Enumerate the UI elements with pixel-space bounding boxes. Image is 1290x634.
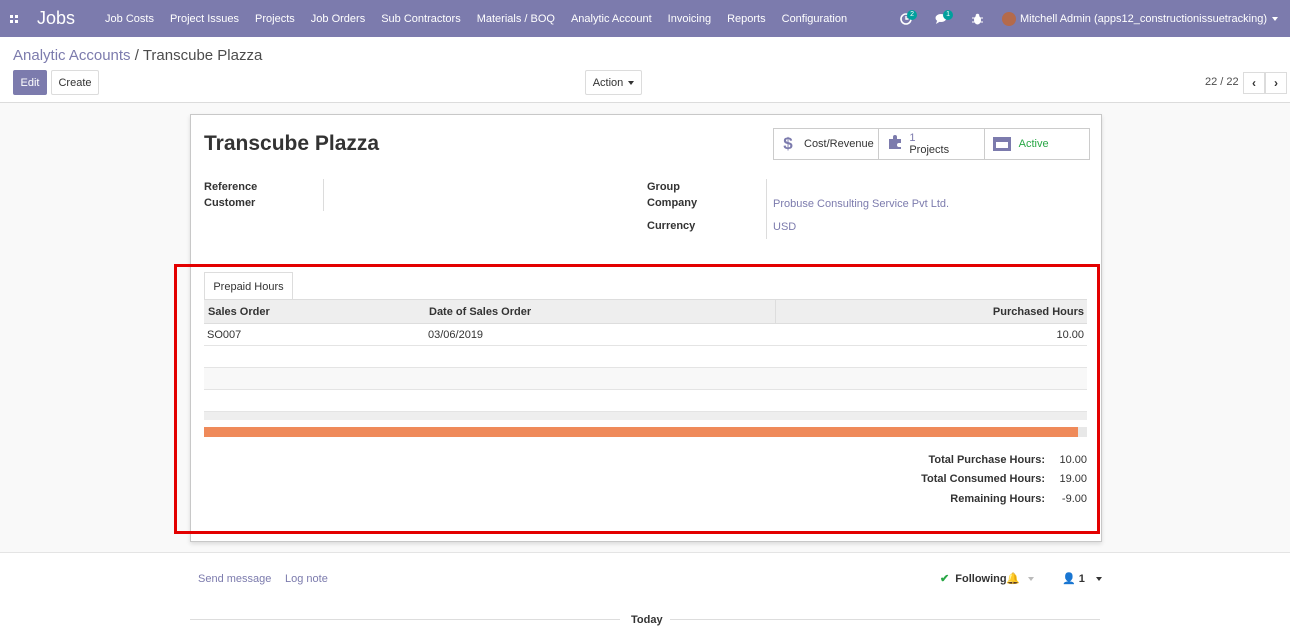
- today-label: Today: [631, 614, 663, 626]
- menu-materials-boq[interactable]: Materials / BOQ: [477, 13, 555, 25]
- check-icon: ✔: [940, 573, 950, 585]
- menu-configuration[interactable]: Configuration: [782, 13, 847, 25]
- menu-analytic-account[interactable]: Analytic Account: [571, 13, 652, 25]
- menu-reports[interactable]: Reports: [727, 13, 766, 25]
- messages-icon[interactable]: 1: [924, 0, 960, 37]
- company-label: Company: [647, 197, 698, 209]
- chevron-down-icon: [1095, 577, 1102, 582]
- chevron-left-icon: ‹: [1252, 76, 1256, 90]
- left-field-divider: [323, 179, 324, 211]
- user-menu[interactable]: Mitchell Admin (apps12_constructionissue…: [1001, 11, 1278, 26]
- bell-icon[interactable]: 🔔: [1006, 572, 1034, 585]
- chevron-down-icon: [1272, 16, 1278, 21]
- breadcrumb-analytic-accounts[interactable]: Analytic Accounts: [13, 47, 131, 64]
- apps-menu-icon[interactable]: [0, 0, 28, 37]
- chevron-right-icon: ›: [1274, 76, 1278, 90]
- right-field-divider: [766, 179, 767, 239]
- highlight-box: [174, 264, 1100, 534]
- breadcrumb-separator: /: [134, 47, 139, 64]
- projects-count: 1: [909, 132, 916, 144]
- cost-revenue-button[interactable]: $ Cost/Revenue: [774, 129, 880, 159]
- pager-previous-button[interactable]: ‹: [1243, 72, 1265, 94]
- edit-button[interactable]: Edit: [13, 70, 47, 95]
- main-menu: Job Costs Project Issues Projects Job Or…: [105, 13, 863, 25]
- followers-button[interactable]: 👤 1: [1062, 572, 1102, 585]
- projects-label: Projects: [909, 144, 950, 156]
- user-icon: 👤: [1062, 573, 1076, 585]
- activity-clock-icon[interactable]: 2: [888, 0, 924, 37]
- reference-label: Reference: [204, 181, 258, 193]
- activity-badge: 2: [907, 10, 917, 20]
- user-name: Mitchell Admin (apps12_constructionissue…: [1019, 12, 1267, 25]
- following-label: Following: [955, 573, 1007, 585]
- pager-next-button[interactable]: ›: [1265, 72, 1287, 94]
- control-panel: Analytic Accounts / Transcube Plazza Edi…: [0, 37, 1290, 103]
- action-button[interactable]: Action: [585, 70, 642, 95]
- date-divider-right: [670, 619, 1100, 620]
- dollar-icon: $: [783, 134, 793, 153]
- menu-projects[interactable]: Projects: [255, 13, 295, 25]
- puzzle-icon: [887, 134, 902, 155]
- smart-buttons: $ Cost/Revenue 1 Projects Active: [773, 128, 1090, 160]
- active-label: Active: [1018, 138, 1049, 150]
- app-title[interactable]: Jobs: [37, 8, 75, 29]
- send-message-link[interactable]: Send message: [198, 573, 271, 585]
- cost-revenue-label: Cost/Revenue: [804, 138, 874, 150]
- bug-debug-icon[interactable]: [960, 0, 996, 37]
- following-button[interactable]: ✔ Following: [940, 572, 1007, 585]
- menu-project-issues[interactable]: Project Issues: [170, 13, 239, 25]
- breadcrumb: Analytic Accounts / Transcube Plazza: [13, 47, 262, 64]
- currency-label: Currency: [647, 220, 696, 232]
- menu-invoicing[interactable]: Invoicing: [668, 13, 711, 25]
- archive-icon: [992, 137, 1011, 151]
- currency-value[interactable]: USD: [773, 221, 796, 233]
- menu-job-orders[interactable]: Job Orders: [311, 13, 365, 25]
- company-value[interactable]: Probuse Consulting Service Pvt Ltd.: [773, 198, 949, 210]
- record-title: Transcube Plazza: [204, 132, 380, 155]
- create-button[interactable]: Create: [51, 70, 99, 95]
- user-avatar: [1001, 11, 1016, 26]
- chatter: Send message Log note ✔ Following 🔔 👤 1 …: [0, 552, 1290, 634]
- log-note-link[interactable]: Log note: [285, 573, 328, 585]
- customer-label: Customer: [204, 197, 256, 209]
- date-divider-left: [190, 619, 620, 620]
- chevron-down-icon: [628, 80, 635, 85]
- menu-job-costs[interactable]: Job Costs: [105, 13, 154, 25]
- top-navbar: Jobs Job Costs Project Issues Projects J…: [0, 0, 1290, 37]
- messages-badge: 1: [943, 10, 953, 20]
- pager-value[interactable]: 22 / 22: [1205, 76, 1239, 88]
- breadcrumb-current: Transcube Plazza: [142, 47, 263, 64]
- action-label: Action: [592, 76, 624, 89]
- menu-sub-contractors[interactable]: Sub Contractors: [381, 13, 460, 25]
- active-toggle-button[interactable]: Active: [985, 129, 1089, 159]
- group-label: Group: [647, 181, 680, 193]
- followers-count: 1: [1078, 573, 1085, 585]
- projects-button[interactable]: 1 Projects: [879, 129, 985, 159]
